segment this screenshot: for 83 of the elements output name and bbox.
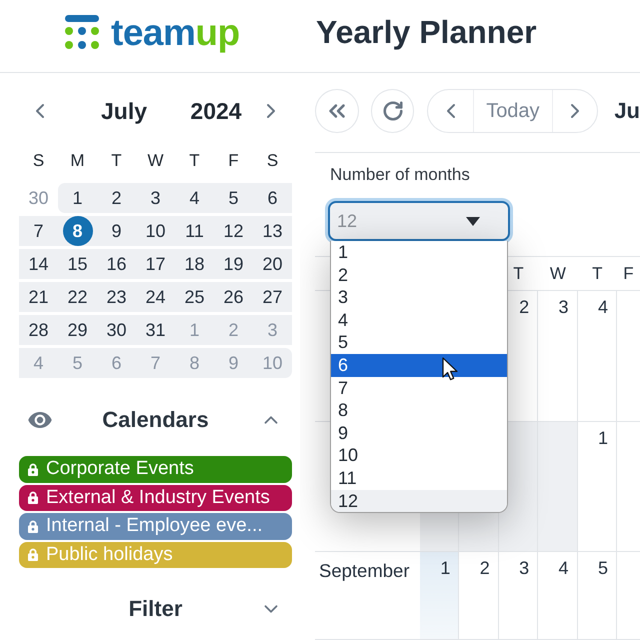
calendar-day[interactable]: 14 (19, 249, 58, 279)
calendar-day[interactable]: 11 (175, 216, 214, 246)
weekday-label: T (189, 151, 200, 171)
weekday-label: S (32, 151, 44, 171)
weekday-label: M (70, 151, 85, 171)
day-number[interactable]: 2 (480, 558, 490, 578)
caret-icon (466, 216, 480, 226)
page-title: Yearly Planner (316, 16, 537, 48)
calendar-day[interactable]: 15 (58, 249, 97, 279)
calendar-day[interactable]: 10 (136, 216, 175, 246)
calendar-day[interactable]: 1 (58, 183, 97, 213)
dropdown-option[interactable]: 4 (331, 308, 507, 332)
calendar-day[interactable]: 21 (19, 282, 58, 312)
field-label: Number of months (330, 165, 470, 185)
dropdown-option[interactable]: 9 (331, 422, 507, 444)
dropdown-option[interactable]: 1 (331, 241, 507, 264)
year-label: 2024 (190, 98, 242, 124)
calendar-day[interactable]: 28 (19, 315, 58, 345)
dropdown-option[interactable]: 2 (331, 264, 507, 286)
calendar-day[interactable]: 13 (253, 216, 292, 246)
dropdown-option[interactable]: 10 (331, 444, 507, 467)
range-title: Ju (614, 98, 640, 124)
dropdown-option[interactable]: 3 (331, 286, 507, 309)
calendar-tag[interactable]: External & Industry Events (19, 484, 292, 511)
day-number[interactable]: 1 (598, 428, 608, 448)
weekday-label: T (111, 151, 122, 171)
section-title: Filter (128, 596, 182, 622)
calendar-day[interactable]: 3 (136, 183, 175, 213)
calendar-day[interactable]: 29 (58, 315, 97, 345)
calendar-tag[interactable]: Corporate Events (19, 456, 292, 482)
calendar-day[interactable]: 2 (97, 183, 136, 213)
calendar-day[interactable]: 8 (58, 216, 97, 246)
calendar-day[interactable]: 19 (214, 249, 253, 279)
weekday-label: T (513, 264, 524, 284)
dropdown-option[interactable]: 6 (331, 354, 507, 377)
weekday-label: W (147, 151, 164, 171)
month-label: September (319, 560, 410, 581)
calendar-day[interactable]: 26 (214, 282, 253, 312)
calendar-day[interactable]: 25 (175, 282, 214, 312)
day-number[interactable]: 3 (558, 297, 569, 317)
weekday-label: F (228, 151, 239, 171)
dropdown-option[interactable]: 7 (331, 376, 507, 400)
day-number[interactable]: 5 (598, 558, 608, 578)
today-button[interactable]: Today (473, 90, 553, 132)
calendar-day[interactable]: 30 (97, 315, 136, 345)
calendar-day[interactable]: 22 (58, 282, 97, 312)
refresh-icon (382, 100, 404, 122)
logo-icon (64, 15, 100, 49)
day-number[interactable]: 3 (519, 558, 530, 578)
calendar-day[interactable]: 9 (97, 216, 136, 246)
dropdown-option[interactable]: 12 (331, 490, 507, 512)
calendar-day[interactable]: 6 (253, 183, 292, 213)
day-number[interactable]: 2 (519, 297, 530, 317)
weekend-day-cell[interactable]: 1 (420, 552, 460, 639)
weekday-label: F (623, 264, 634, 284)
calendar-day[interactable]: 31 (136, 315, 175, 345)
calendar-day[interactable]: 4 (175, 183, 214, 213)
eye-icon[interactable] (28, 412, 52, 428)
logo-text: teamup (111, 14, 240, 50)
weekday-label: S (266, 151, 278, 171)
calendar-day[interactable]: 16 (97, 249, 136, 279)
calendar-day[interactable]: 18 (175, 249, 214, 279)
dropdown-option[interactable]: 11 (331, 466, 507, 490)
calendar-day[interactable]: 27 (253, 282, 292, 312)
dropdown-option[interactable]: 8 (331, 399, 507, 422)
calendar-day[interactable]: 5 (214, 183, 253, 213)
weekday-label: T (592, 264, 602, 284)
refresh-button[interactable] (370, 89, 414, 133)
calendar-day[interactable]: 12 (214, 216, 253, 246)
day-number[interactable]: 4 (558, 558, 569, 578)
jump-back-button[interactable] (315, 89, 359, 133)
calendar-day[interactable]: 7 (19, 216, 58, 246)
today-marker[interactable]: 8 (62, 216, 92, 246)
cursor-icon (442, 357, 458, 381)
calendar-day[interactable]: 23 (97, 282, 136, 312)
calendar-day[interactable]: 24 (136, 282, 175, 312)
calendar-day[interactable]: 20 (253, 249, 292, 279)
month-label: July (100, 98, 148, 124)
calendar-day[interactable]: 17 (136, 249, 175, 279)
day-number[interactable]: 4 (598, 297, 608, 317)
section-title: Calendars (102, 407, 209, 433)
dropdown-option[interactable]: 5 (331, 331, 507, 354)
weekday-label: W (550, 264, 566, 284)
